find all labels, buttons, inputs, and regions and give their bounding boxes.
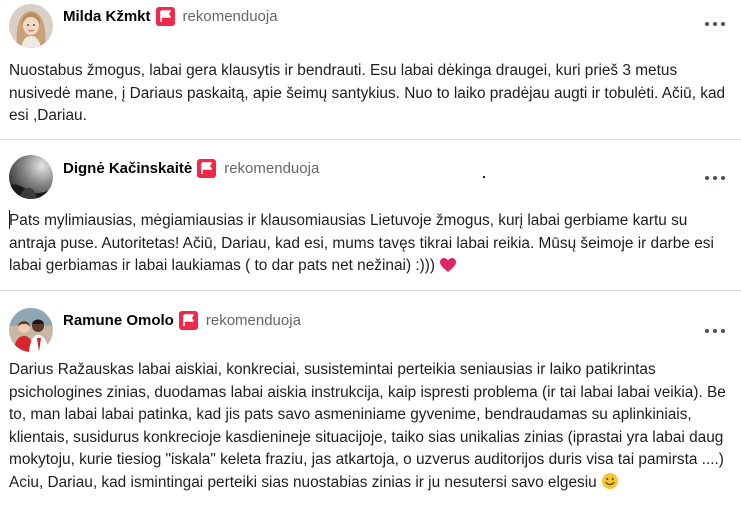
review-card: Ramune Omolo rekomenduoja Darius Ražausk… bbox=[0, 292, 741, 520]
review-header: Milda Kžmkt rekomenduoja bbox=[63, 7, 278, 26]
action-label: rekomenduoja bbox=[182, 8, 278, 25]
artifact-mark bbox=[483, 176, 485, 178]
author-name[interactable]: Ramune Omolo bbox=[63, 312, 174, 329]
recommend-flag-icon bbox=[155, 7, 175, 26]
review-text: Darius Ražauskas labai aiskiai, konkreci… bbox=[9, 359, 735, 497]
more-options-icon[interactable] bbox=[705, 19, 727, 29]
author-name[interactable]: Milda Kžmkt bbox=[63, 8, 151, 25]
recommend-flag-icon bbox=[197, 159, 217, 178]
review-text: Pats mylimiausias, mėgiamiausias ir klau… bbox=[9, 210, 735, 281]
review-card: Milda Kžmkt rekomenduoja Nuostabus žmogu… bbox=[0, 0, 741, 141]
recommend-flag-icon bbox=[178, 311, 198, 330]
avatar[interactable] bbox=[9, 4, 53, 48]
review-text-body: Pats mylimiausias, mėgiamiausias ir klau… bbox=[9, 212, 714, 274]
couple-photo-icon bbox=[9, 308, 53, 352]
review-header: Dignė Kačinskaitė rekomenduoja bbox=[63, 159, 319, 178]
divider bbox=[0, 139, 741, 140]
review-header: Ramune Omolo rekomenduoja bbox=[63, 311, 301, 330]
avatar[interactable] bbox=[9, 155, 53, 199]
smiling-face-icon bbox=[601, 472, 619, 498]
review-text: Nuostabus žmogus, labai gera klausytis i… bbox=[9, 62, 726, 124]
avatar[interactable] bbox=[9, 308, 53, 352]
action-label: rekomenduoja bbox=[224, 160, 320, 177]
author-name[interactable]: Dignė Kačinskaitė bbox=[63, 160, 192, 177]
more-options-icon[interactable] bbox=[705, 326, 727, 336]
action-label: rekomenduoja bbox=[205, 312, 301, 329]
dark-sky-photo-icon bbox=[9, 155, 53, 199]
review-card: Dignė Kačinskaitė rekomenduoja Pats myli… bbox=[0, 141, 741, 292]
text-cursor bbox=[9, 210, 10, 229]
more-options-icon[interactable] bbox=[705, 173, 727, 183]
red-heart-icon bbox=[439, 257, 457, 281]
divider bbox=[0, 290, 741, 291]
woman-portrait-icon bbox=[9, 4, 53, 48]
